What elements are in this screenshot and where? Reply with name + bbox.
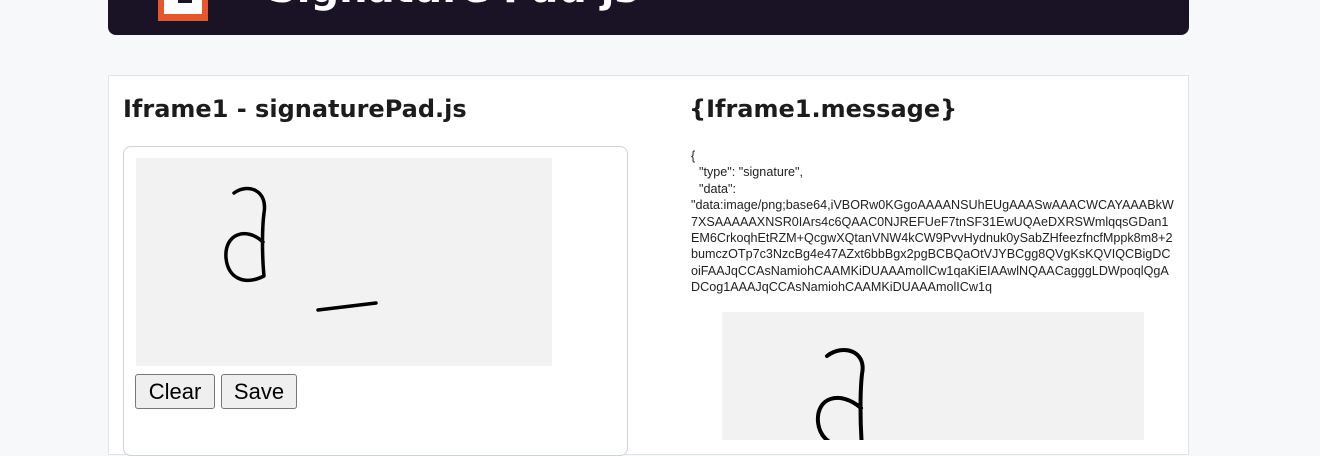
app-header: Signature Pad js: [108, 0, 1189, 35]
json-type-line: "type": "signature",: [699, 165, 803, 180]
document-logo-icon: [156, 0, 214, 30]
json-open-brace: {: [691, 149, 696, 163]
json-data-value: "data:image/png;base64,iVBORw0KGgoAAAANS…: [691, 198, 1174, 295]
signature-stroke-a: [224, 186, 267, 282]
clear-button[interactable]: Clear: [135, 374, 215, 409]
signature-preview-image: [722, 312, 1144, 440]
message-title: {Iframe1.message}: [689, 95, 958, 123]
signature-stroke-line: [316, 301, 378, 312]
message-output: { "type": "signature", "data": "data:ima…: [691, 148, 1175, 301]
save-button[interactable]: Save: [221, 374, 297, 409]
iframe-title: Iframe1 - signaturePad.js: [123, 95, 467, 123]
signature-canvas[interactable]: [136, 158, 552, 366]
page-header-title: Signature Pad js: [268, 0, 638, 12]
json-data-key: "data":: [699, 181, 736, 196]
